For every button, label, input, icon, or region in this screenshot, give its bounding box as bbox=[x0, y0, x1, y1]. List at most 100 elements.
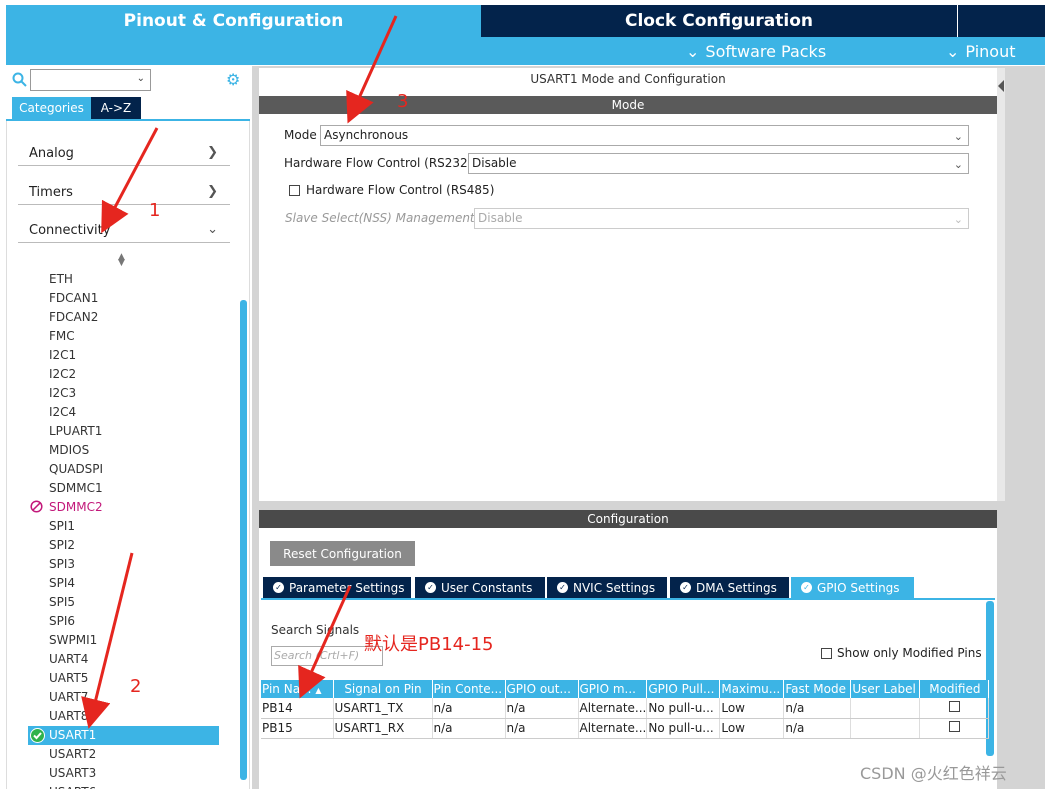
sort-icon[interactable]: ▲ ▼ bbox=[118, 253, 125, 268]
disabled-icon bbox=[30, 500, 43, 513]
list-item-swpmi1[interactable]: SWPMI1 bbox=[49, 631, 97, 650]
search-combobox[interactable]: ⌄ bbox=[30, 69, 151, 91]
right-collapse-strip[interactable] bbox=[997, 68, 1005, 501]
list-item-fmc[interactable]: FMC bbox=[49, 327, 75, 346]
list-item-i2c4[interactable]: I2C4 bbox=[49, 403, 76, 422]
hwfc-rs485-checkbox[interactable] bbox=[289, 185, 300, 196]
tab-clock-configuration[interactable]: Clock Configuration bbox=[481, 5, 957, 37]
list-item-i2c2[interactable]: I2C2 bbox=[49, 365, 76, 384]
col-gpio-mode[interactable]: GPIO m... bbox=[578, 680, 648, 698]
list-item-spi6[interactable]: SPI6 bbox=[49, 612, 75, 631]
cell-mode: Alternate... bbox=[578, 698, 648, 719]
list-item-uart7[interactable]: UART7 bbox=[49, 688, 88, 707]
tab-label: Parameter Settings bbox=[289, 580, 405, 595]
list-item-spi1[interactable]: SPI1 bbox=[49, 517, 75, 536]
col-modified[interactable]: Modified bbox=[919, 680, 990, 698]
cell-fast: n/a bbox=[783, 718, 852, 739]
tab-label: User Constants bbox=[441, 580, 533, 595]
list-item-lpuart1[interactable]: LPUART1 bbox=[49, 422, 102, 441]
search-signals-label: Search Signals bbox=[271, 623, 360, 637]
tab-a-z[interactable]: A->Z bbox=[91, 97, 141, 119]
list-item-eth[interactable]: ETH bbox=[49, 270, 73, 289]
list-item-usart1[interactable]: USART1 bbox=[49, 726, 96, 745]
cell-context: n/a bbox=[432, 698, 506, 719]
tab-pinout-configuration[interactable]: Pinout & Configuration bbox=[6, 5, 481, 37]
cell-pull: No pull-u... bbox=[646, 718, 721, 739]
chevron-down-icon: ⌄ bbox=[207, 222, 218, 237]
tab-underline bbox=[261, 598, 995, 600]
list-item-uart5[interactable]: UART5 bbox=[49, 669, 88, 688]
sub-menu-bar bbox=[6, 37, 1045, 65]
list-item-fdcan1[interactable]: FDCAN1 bbox=[49, 289, 98, 308]
watermark: CSDN @火红色祥云 bbox=[860, 764, 1007, 783]
column-header: Pin Na... bbox=[262, 682, 312, 696]
tab-nvic-settings[interactable]: ✓ NVIC Settings bbox=[547, 577, 667, 598]
cell-fast: n/a bbox=[783, 698, 852, 719]
list-item-quadspi[interactable]: QUADSPI bbox=[49, 460, 103, 479]
list-item-usart3[interactable]: USART3 bbox=[49, 764, 96, 783]
table-row[interactable]: PB15 USART1_RX n/a n/a Alternate... No p… bbox=[261, 718, 990, 739]
list-item-usart6[interactable]: USART6 bbox=[49, 783, 96, 789]
list-item-sdmmc2[interactable]: SDMMC2 bbox=[49, 498, 103, 517]
tab-dma-settings[interactable]: ✓ DMA Settings bbox=[670, 577, 789, 598]
chevron-right-icon: ❯ bbox=[207, 145, 218, 160]
tab-gpio-settings[interactable]: ✓ GPIO Settings bbox=[791, 577, 914, 598]
chevron-down-icon: ⌄ bbox=[136, 73, 145, 84]
tab-parameter-settings[interactable]: ✓ Parameter Settings bbox=[263, 577, 411, 598]
list-item-uart8[interactable]: UART8 bbox=[49, 707, 88, 726]
col-user-label[interactable]: User Label bbox=[850, 680, 921, 698]
list-item-mdios[interactable]: MDIOS bbox=[49, 441, 89, 460]
show-modified-checkbox[interactable] bbox=[821, 647, 832, 659]
nss-select[interactable]: Disable ⌄ bbox=[474, 208, 969, 229]
search-icon[interactable] bbox=[12, 72, 28, 88]
cell-user-label bbox=[850, 718, 921, 739]
list-item-sdmmc1[interactable]: SDMMC1 bbox=[49, 479, 103, 498]
check-icon: ✓ bbox=[557, 582, 568, 593]
col-gpio-output[interactable]: GPIO out... bbox=[505, 680, 579, 698]
cell-signal: USART1_TX bbox=[333, 698, 433, 719]
col-max-speed[interactable]: Maximu... bbox=[719, 680, 785, 698]
check-circle-icon bbox=[30, 728, 45, 743]
category-timers[interactable]: Timers ❯ bbox=[18, 177, 230, 205]
category-analog[interactable]: Analog ❯ bbox=[18, 138, 230, 166]
list-item-i2c1[interactable]: I2C1 bbox=[49, 346, 76, 365]
col-pin-name[interactable]: Pin Na... ▲ bbox=[261, 680, 334, 698]
show-modified-pins[interactable]: Show only Modified Pins bbox=[821, 646, 982, 660]
modified-checkbox[interactable] bbox=[949, 721, 961, 732]
tab-user-constants[interactable]: ✓ User Constants bbox=[415, 577, 545, 598]
hwfc-rs232-select[interactable]: Disable ⌄ bbox=[468, 153, 969, 174]
mode-select-value: Asynchronous bbox=[324, 128, 409, 142]
left-scrollbar[interactable] bbox=[240, 300, 247, 780]
category-label: Connectivity bbox=[29, 223, 111, 238]
modified-checkbox[interactable] bbox=[949, 700, 961, 712]
category-connectivity[interactable]: Connectivity ⌄ bbox=[18, 215, 230, 243]
table-row[interactable]: PB14 USART1_TX n/a n/a Alternate... No p… bbox=[261, 698, 990, 719]
collapse-arrow-icon[interactable] bbox=[998, 80, 1004, 92]
list-item-spi3[interactable]: SPI3 bbox=[49, 555, 75, 574]
col-fast-mode[interactable]: Fast Mode bbox=[783, 680, 852, 698]
annotation-note: 默认是PB14-15 bbox=[364, 634, 494, 655]
list-item-spi2[interactable]: SPI2 bbox=[49, 536, 75, 555]
col-signal[interactable]: Signal on Pin bbox=[333, 680, 433, 698]
tab-categories[interactable]: Categories bbox=[12, 97, 91, 119]
list-item-spi4[interactable]: SPI4 bbox=[49, 574, 75, 593]
tab-extra[interactable] bbox=[958, 5, 1045, 37]
pinout-menu[interactable]: ⌄ Pinout bbox=[946, 37, 1016, 65]
col-gpio-pull[interactable]: GPIO Pull... bbox=[646, 680, 721, 698]
list-item-uart4[interactable]: UART4 bbox=[49, 650, 88, 669]
mode-select[interactable]: Asynchronous ⌄ bbox=[320, 125, 969, 146]
mode-panel-title: USART1 Mode and Configuration bbox=[530, 72, 726, 86]
hwfc-rs232-value: Disable bbox=[472, 156, 517, 170]
list-item-i2c3[interactable]: I2C3 bbox=[49, 384, 76, 403]
software-packs-menu[interactable]: ⌄ Software Packs bbox=[686, 37, 826, 65]
list-item-fdcan2[interactable]: FDCAN2 bbox=[49, 308, 98, 327]
cell-modified bbox=[919, 698, 990, 719]
list-item-usart2[interactable]: USART2 bbox=[49, 745, 96, 764]
reset-button-label: Reset Configuration bbox=[283, 546, 402, 561]
reset-configuration-button[interactable]: Reset Configuration bbox=[270, 541, 415, 566]
chevron-down-icon: ⌄ bbox=[953, 130, 963, 143]
list-item-spi5[interactable]: SPI5 bbox=[49, 593, 75, 612]
col-pin-context[interactable]: Pin Conte... bbox=[432, 680, 506, 698]
gear-icon[interactable]: ⚙ bbox=[226, 70, 244, 89]
hwfc-rs485-label: Hardware Flow Control (RS485) bbox=[306, 183, 495, 197]
